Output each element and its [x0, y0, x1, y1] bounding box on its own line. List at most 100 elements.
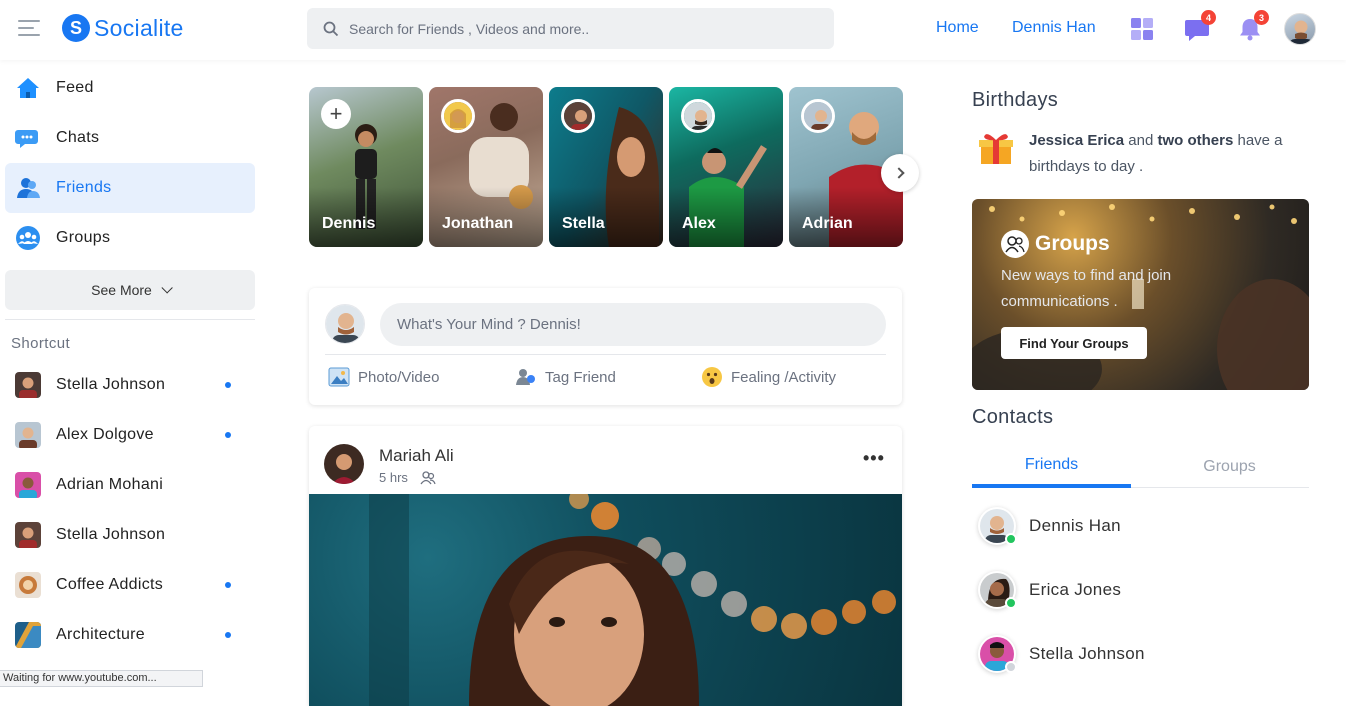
story-avatar [441, 99, 475, 133]
sidebar-item-feed[interactable]: Feed [5, 63, 255, 113]
coffee-icon [15, 572, 41, 598]
groups-card-description: New ways to find and join communications… [1001, 267, 1172, 310]
birthdays-title: Birthdays [972, 89, 1059, 111]
messages-badge: 4 [1201, 10, 1216, 25]
tab-groups[interactable]: Groups [1150, 445, 1309, 488]
avatar [978, 571, 1017, 609]
browser-status-bar: Waiting for www.youtube.com... [0, 670, 203, 687]
shortcut-item[interactable]: Architecture [5, 613, 255, 657]
home-link[interactable]: Home [936, 19, 979, 37]
contacts-tabs: Friends Groups [972, 445, 1309, 488]
emoji-icon [701, 366, 723, 388]
shortcut-item[interactable]: Alex Dolgove [5, 413, 255, 457]
search-icon [323, 21, 339, 36]
shortcut-item[interactable]: Adrian Mohani [5, 463, 255, 507]
post-options-icon[interactable]: ••• [863, 448, 885, 469]
story-avatar [561, 99, 595, 133]
groups-promo-card: Groups New ways to find and join communi… [972, 199, 1309, 390]
see-more-button[interactable]: See More [5, 270, 255, 310]
birthday-name[interactable]: Jessica Erica [1029, 132, 1124, 149]
contact-item[interactable]: Dennis Han [978, 504, 1308, 548]
story-name: Alex [682, 215, 716, 232]
post-image [309, 494, 902, 706]
tab-friends[interactable]: Friends [972, 445, 1131, 488]
profile-link[interactable]: Dennis Han [1012, 19, 1096, 37]
shortcut-label: Adrian Mohani [56, 476, 164, 493]
avatar [978, 507, 1017, 545]
sidebar-item-label: Friends [56, 179, 112, 196]
unread-dot [225, 632, 231, 638]
story-card[interactable]: Alex [669, 87, 783, 247]
contact-name: Erica Jones [1029, 580, 1122, 599]
sidebar-item-label: Chats [56, 129, 100, 146]
contact-item[interactable]: Stella Johnson [978, 632, 1308, 676]
photo-video-button[interactable]: Photo/Video [328, 366, 439, 388]
user-avatar[interactable] [1284, 13, 1316, 45]
messages-icon[interactable]: 4 [1184, 10, 1216, 42]
feeling-activity-button[interactable]: Fealing /Activity [701, 366, 836, 388]
notifications-icon[interactable]: 3 [1237, 10, 1269, 42]
unread-dot [225, 432, 231, 438]
photo-video-label: Photo/Video [358, 368, 440, 386]
find-groups-button[interactable]: Find Your Groups [1001, 327, 1147, 359]
post-input[interactable]: What's Your Mind ? Dennis! [380, 303, 886, 346]
story-name: Dennis [322, 215, 376, 232]
search-bar [307, 8, 834, 49]
groups-card-title: Groups [1001, 230, 1110, 258]
post-author[interactable]: Mariah Ali [379, 446, 454, 466]
contact-item[interactable]: Erica Jones [978, 568, 1308, 612]
feed-post: Mariah Ali 5 hrs ••• [309, 426, 902, 706]
chevron-right-icon [892, 167, 905, 179]
story-name: Jonathan [442, 215, 514, 232]
groups-card-title-text: Groups [1035, 232, 1110, 255]
stories-next-button[interactable] [881, 154, 919, 192]
post-time: 5 hrs [379, 470, 408, 485]
architecture-icon [15, 622, 41, 648]
shortcut-label: Architecture [56, 626, 145, 643]
sidebar-item-groups[interactable]: Groups [5, 213, 255, 263]
avatar [15, 422, 41, 448]
search-input[interactable] [349, 20, 809, 37]
shortcut-title: Shortcut [11, 335, 71, 352]
sidebar-item-chats[interactable]: Chats [5, 113, 255, 163]
story-card[interactable]: Jonathan [429, 87, 543, 247]
shortcut-item[interactable]: Stella Johnson [5, 363, 255, 407]
apps-grid-icon[interactable] [1129, 16, 1155, 42]
shortcut-label: Stella Johnson [56, 526, 166, 543]
logo-text: Socialite [94, 14, 184, 41]
left-sidebar: Feed Chats Friends Groups See More Short… [0, 60, 262, 687]
story-card[interactable]: Stella [549, 87, 663, 247]
shortcut-label: Coffee Addicts [56, 576, 164, 593]
shortcut-item[interactable]: Stella Johnson [5, 513, 255, 557]
logo-mark: S [62, 14, 90, 42]
unread-dot [225, 382, 231, 388]
story-card[interactable]: + Dennis [309, 87, 423, 247]
divider [5, 319, 255, 320]
shortcut-item[interactable]: Coffee Addicts [5, 563, 255, 607]
avatar[interactable] [324, 444, 364, 484]
tag-friend-label: Tag Friend [545, 368, 616, 386]
online-status [1005, 597, 1017, 609]
chevron-down-icon [161, 282, 173, 294]
logo[interactable]: S Socialite [62, 14, 184, 42]
stories-row: + Dennis Jonathan Stella Alex Adrian [309, 87, 903, 247]
contacts-title: Contacts [972, 406, 1054, 428]
birthday-others[interactable]: two others [1157, 132, 1233, 149]
add-story-icon[interactable]: + [321, 99, 351, 129]
menu-icon[interactable] [18, 20, 40, 38]
sidebar-item-friends[interactable]: Friends [5, 163, 255, 213]
unread-dot [225, 582, 231, 588]
story-avatar [801, 99, 835, 133]
shortcut-label: Stella Johnson [56, 376, 166, 393]
story-name: Adrian [802, 215, 853, 232]
contact-name: Dennis Han [1029, 516, 1121, 535]
avatar [15, 522, 41, 548]
sidebar-item-label: Groups [56, 229, 111, 246]
tag-friend-button[interactable]: Tag Friend [515, 366, 616, 388]
offline-status [1005, 661, 1017, 673]
story-avatar [681, 99, 715, 133]
groups-icon [15, 225, 41, 251]
contact-name: Stella Johnson [1029, 644, 1145, 663]
feeling-activity-label: Fealing /Activity [731, 368, 837, 386]
groups-icon [1001, 230, 1029, 258]
